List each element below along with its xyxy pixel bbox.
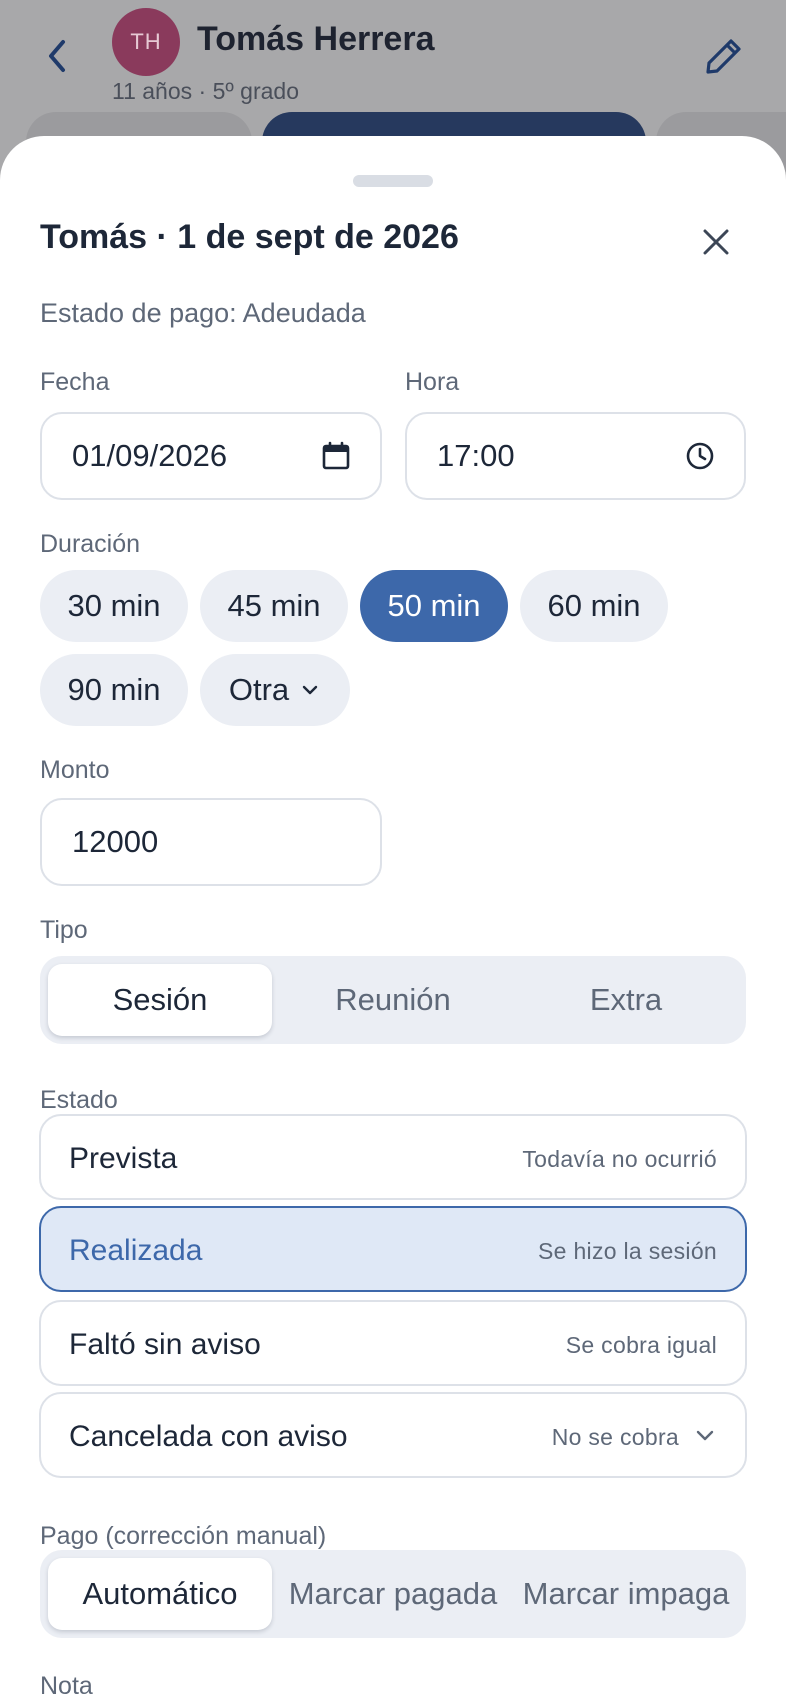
duration-chip-30[interactable]: 30 min — [40, 570, 188, 642]
type-option-extra[interactable]: Extra — [514, 964, 738, 1036]
type-label: Tipo — [40, 916, 88, 944]
duration-chip-other[interactable]: Otra — [200, 654, 350, 726]
duration-label: Duración — [40, 530, 141, 558]
amount-value: 12000 — [72, 824, 159, 859]
amount-field[interactable]: 12000 — [40, 798, 382, 886]
back-button[interactable] — [38, 36, 78, 76]
duration-chip-90[interactable]: 90 min — [40, 654, 188, 726]
close-icon — [703, 229, 729, 255]
student-name: Tomás Herrera — [197, 20, 435, 58]
payment-status-text: Estado de pago: Adeudada — [40, 298, 366, 328]
amount-label: Monto — [40, 756, 110, 784]
background-header: TH Tomás Herrera 11 años · 5º grado — [0, 0, 786, 172]
date-label: Fecha — [40, 368, 110, 396]
state-description: Se hizo la sesión — [538, 1238, 717, 1264]
date-field[interactable]: 01/09/2026 — [40, 412, 382, 500]
state-name: Realizada — [69, 1234, 203, 1267]
edit-button[interactable] — [702, 34, 746, 78]
clock-icon[interactable] — [684, 440, 716, 472]
time-value: 17:00 — [437, 438, 515, 473]
student-subtitle: 11 años · 5º grado — [112, 78, 299, 104]
calendar-icon[interactable] — [320, 440, 352, 472]
state-name: Faltó sin aviso — [69, 1328, 261, 1361]
state-option-done[interactable]: Realizada Se hizo la sesión — [39, 1206, 747, 1292]
state-description: Todavía no ocurrió — [522, 1146, 717, 1172]
state-option-no-show[interactable]: Faltó sin aviso Se cobra igual — [39, 1300, 747, 1386]
pencil-icon — [706, 39, 741, 74]
payment-label: Pago (corrección manual) — [40, 1522, 327, 1550]
state-label: Estado — [40, 1086, 118, 1114]
type-option-session[interactable]: Sesión — [48, 964, 272, 1036]
state-description: Se cobra igual — [565, 1332, 717, 1358]
time-label: Hora — [405, 368, 460, 396]
payment-option-mark-paid[interactable]: Marcar pagada — [281, 1558, 505, 1630]
avatar: TH — [112, 8, 180, 76]
sheet-grabber[interactable] — [353, 175, 433, 187]
duration-other-label: Otra — [228, 672, 290, 707]
close-button[interactable] — [696, 222, 736, 262]
payment-segmented-control: Automático Marcar pagada Marcar impaga — [40, 1550, 746, 1638]
chevron-down-icon — [302, 685, 318, 695]
state-option-cancelled[interactable]: Cancelada con aviso No se cobra — [39, 1392, 747, 1478]
date-value: 01/09/2026 — [72, 438, 228, 473]
duration-chip-50[interactable]: 50 min — [360, 570, 508, 642]
state-description: No se cobra — [551, 1424, 679, 1450]
note-label: Nota — [40, 1672, 93, 1700]
state-option-planned[interactable]: Prevista Todavía no ocurrió — [39, 1114, 747, 1200]
duration-chip-45[interactable]: 45 min — [200, 570, 348, 642]
chevron-down-icon[interactable] — [693, 1424, 717, 1448]
duration-chip-60[interactable]: 60 min — [520, 570, 668, 642]
state-name: Cancelada con aviso — [69, 1420, 348, 1453]
type-option-meeting[interactable]: Reunión — [281, 964, 505, 1036]
payment-option-auto[interactable]: Automático — [48, 1558, 272, 1630]
state-name: Prevista — [69, 1142, 178, 1175]
type-segmented-control: Sesión Reunión Extra — [40, 956, 746, 1044]
time-field[interactable]: 17:00 — [405, 412, 746, 500]
chevron-left-icon — [49, 40, 65, 72]
session-edit-sheet: Tomás · 1 de sept de 2026 Estado de pago… — [0, 136, 786, 1704]
sheet-title: Tomás · 1 de sept de 2026 — [40, 218, 459, 256]
payment-option-mark-unpaid[interactable]: Marcar impaga — [514, 1558, 738, 1630]
